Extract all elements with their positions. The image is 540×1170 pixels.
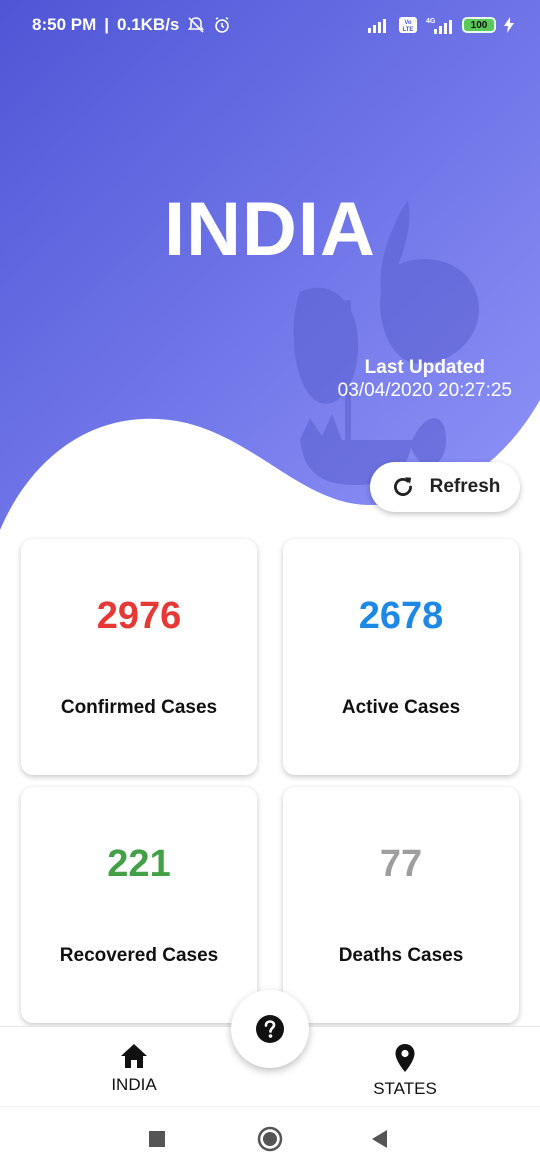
nav-label-india: INDIA xyxy=(111,1075,157,1094)
last-updated-label: Last Updated xyxy=(364,357,485,378)
refresh-button[interactable]: Refresh xyxy=(370,462,520,512)
svg-text:Vo: Vo xyxy=(404,20,412,26)
4g-signal-icon: 4G xyxy=(426,18,452,34)
recovered-label: Recovered Cases xyxy=(59,945,219,966)
charging-icon xyxy=(504,17,514,33)
last-updated-time: 03/04/2020 20:27:25 xyxy=(337,380,512,401)
status-speed: 0.1KB/s xyxy=(117,15,180,34)
refresh-icon xyxy=(393,477,412,496)
recents-square-icon[interactable] xyxy=(148,1125,166,1153)
map-pin-icon xyxy=(395,1044,415,1072)
bell-off-icon xyxy=(188,17,205,33)
deaths-card[interactable]: 77 Deaths Cases xyxy=(283,787,519,1023)
alarm-icon xyxy=(215,17,230,33)
help-icon xyxy=(256,1015,284,1043)
battery-indicator: 100 xyxy=(462,17,496,33)
svg-text:LTE: LTE xyxy=(403,27,414,33)
deaths-label: Deaths Cases xyxy=(338,945,464,966)
active-card[interactable]: 2678 Active Cases xyxy=(283,539,519,775)
home-icon xyxy=(121,1044,147,1068)
status-left: 8:50 PM | 0.1KB/s xyxy=(32,15,231,35)
status-divider: | xyxy=(104,15,110,34)
back-triangle-icon[interactable] xyxy=(370,1125,390,1153)
active-label: Active Cases xyxy=(341,697,461,718)
recovered-card[interactable]: 221 Recovered Cases xyxy=(21,787,257,1023)
status-bar: 8:50 PM | 0.1KB/s Vo LTE 4G 100 xyxy=(0,0,540,50)
last-updated: Last Updated 03/04/2020 20:27:25 xyxy=(338,356,512,402)
status-right: Vo LTE 4G 100 xyxy=(368,16,514,34)
signal-icon xyxy=(368,19,386,33)
status-time: 8:50 PM xyxy=(32,15,97,34)
volte-icon: Vo LTE xyxy=(399,17,417,33)
nav-item-india[interactable]: INDIA xyxy=(74,1043,194,1095)
confirmed-card[interactable]: 2976 Confirmed Cases xyxy=(21,539,257,775)
active-value: 2678 xyxy=(358,595,444,637)
help-button[interactable] xyxy=(231,990,309,1068)
confirmed-label: Confirmed Cases xyxy=(60,697,218,718)
confirmed-value: 2976 xyxy=(96,595,182,637)
system-nav-bar xyxy=(0,1106,540,1170)
recovered-value: 221 xyxy=(107,843,171,885)
nav-label-states: STATES xyxy=(373,1079,437,1098)
deaths-value: 77 xyxy=(379,843,423,885)
home-circle-icon[interactable] xyxy=(257,1125,283,1153)
refresh-label: Refresh xyxy=(429,476,501,497)
nav-item-states[interactable]: STATES xyxy=(345,1043,465,1099)
svg-text:4G: 4G xyxy=(426,18,436,25)
page-title: INDIA xyxy=(164,187,376,272)
